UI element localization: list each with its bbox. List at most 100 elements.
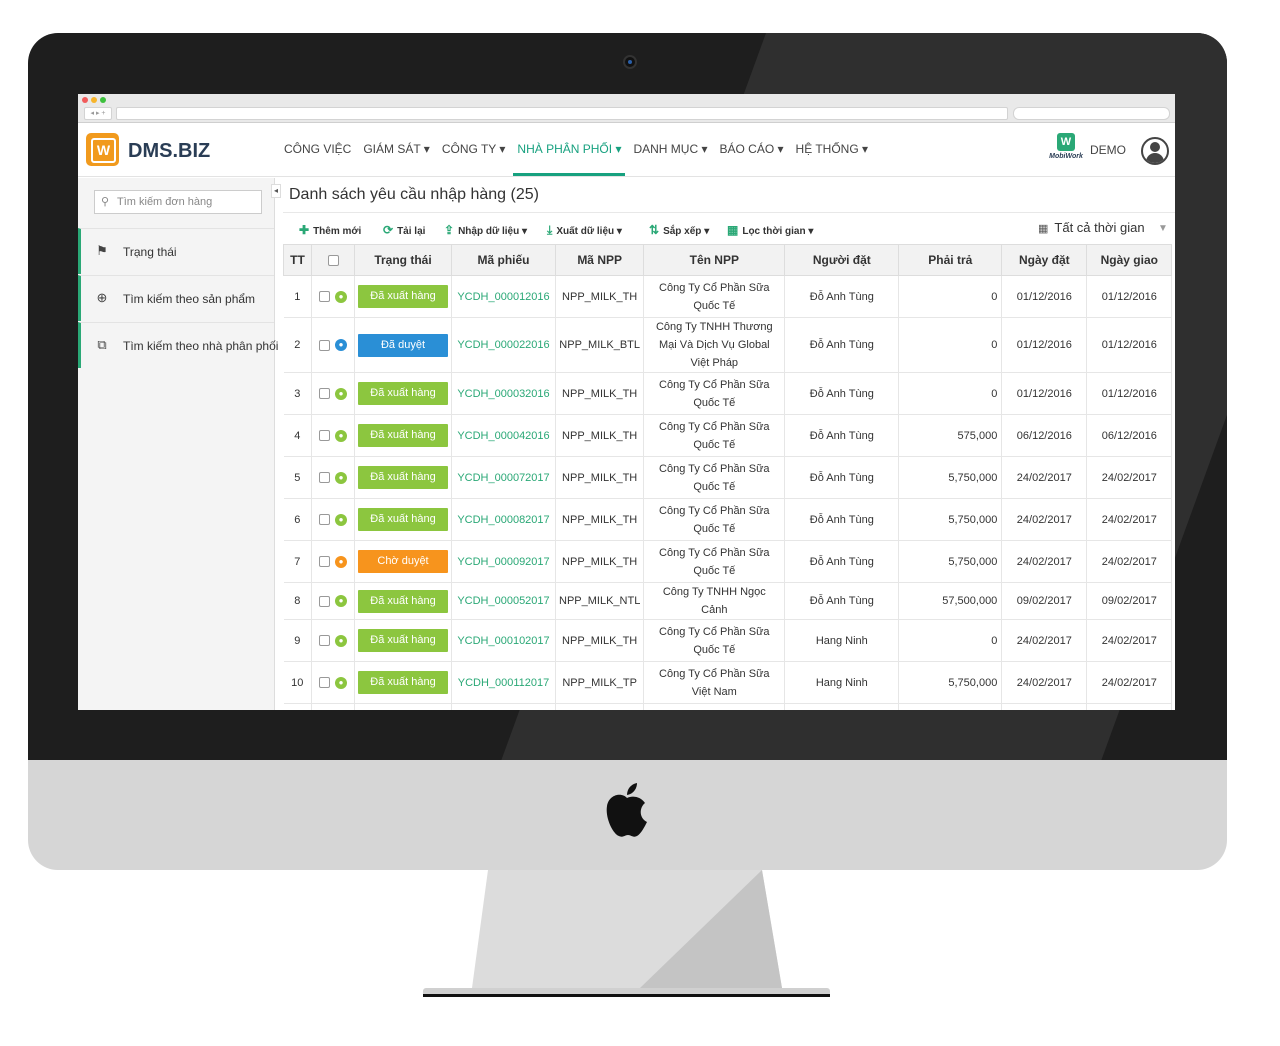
filter-time-label: Lọc thời gian ▾ [742,226,814,237]
order-code-link[interactable]: YCDH_000102017 [451,619,556,662]
order-code-link[interactable]: YCDH_000072017 [451,456,556,499]
sort-icon: ⇅ [649,223,660,237]
nav-item[interactable]: GIÁM SÁT ▾ [363,123,429,176]
table-row[interactable]: 7 ● Chờ duyệt YCDH_000092017 NPP_MILK_TH Công… [283,540,1173,583]
nav-item[interactable]: NHÀ PHÂN PHỐI ▾ [513,123,626,176]
status-badge[interactable]: Đã xuất hàng [358,629,448,652]
column-header[interactable] [311,244,355,276]
status-badge[interactable]: Đã xuất hàng [358,285,448,308]
sidebar-collapse-icon[interactable]: ◂ [271,184,281,198]
filter-time-button[interactable]: ▦ Lọc thời gian ▾ [727,223,813,237]
status-badge[interactable]: Đã duyệt [358,333,448,357]
export-button[interactable]: ⤓ Xuất dữ liệu ▾ [547,223,622,238]
row-checkbox[interactable] [319,472,330,484]
row-select: ● [311,540,355,583]
ordered-by: Đỗ Anh Tùng [784,582,900,620]
row-select: ● [311,619,355,662]
table-row[interactable]: 8 ● Đã xuất hàng YCDH_000052017 NPP_MILK_NTL… [283,582,1173,620]
status-badge[interactable]: Đã xuất hàng [358,382,448,405]
nav-item[interactable]: CÔNG TY ▾ [442,123,506,176]
status-badge[interactable]: Chờ duyệt [358,550,448,573]
row-checkbox[interactable] [319,388,330,400]
distributor-code: NPP_MILK_TH [555,275,645,318]
nav-item[interactable]: HỆ THỐNG ▾ [796,123,868,176]
row-checkbox[interactable] [319,514,330,526]
row-checkbox[interactable] [319,635,330,647]
sidebar-item-status[interactable]: ⚑ Trạng thái [78,228,274,274]
mobiwork-logo[interactable]: W MobiWork [1044,133,1088,169]
status-badge[interactable]: Đã xuất hàng [358,671,448,694]
order-code-link[interactable]: YCDH_000052017 [451,582,556,620]
add-button[interactable]: ✚ Thêm mới [299,223,361,237]
order-code-link[interactable]: YCDH_000042016 [451,414,556,457]
order-code-link[interactable]: YCDH_000092017 [451,540,556,583]
distributor-code: NPP_MILK_BTL [555,317,645,373]
nav-item[interactable]: BÁO CÁO ▾ [720,123,784,176]
table-row[interactable]: 11●Đã xuất hàngYCDH_000122017NPP_MILK_TP… [283,703,1173,710]
import-button[interactable]: ⇪ Nhập dữ liệu ▾ [444,223,527,237]
screen: ◂ ▸ + DMS.BIZ CÔNG VIỆCGIÁM SÁT ▾CÔNG TY… [78,94,1175,710]
row-checkbox[interactable] [319,291,330,303]
row-select: ● [311,498,355,541]
reload-button[interactable]: ⟳ Tải lại [383,223,425,237]
order-code-link[interactable]: YCDH_000022016 [451,317,556,373]
table-row[interactable]: 5 ● Đã xuất hàng YCDH_000072017 NPP_MILK_TH C… [283,456,1173,499]
table-body: 1 ● Đã xuất hàng YCDH_000012016 NPP_MILK_TH C… [283,275,1173,710]
delivery-date: 24/02/2017 [1086,540,1173,583]
nav-item[interactable]: DANH MỤC ▾ [633,123,707,176]
order-code-link[interactable]: YCDH_000032016 [451,372,556,415]
avatar[interactable] [1141,137,1169,165]
table-row[interactable]: 3 ● Đã xuất hàng YCDH_000032016 NPP_MILK_TH C… [283,372,1173,415]
sidebar-item-search-product[interactable]: ⊕ Tìm kiếm theo sản phẩm [78,275,274,321]
user-name[interactable]: DEMO [1090,143,1126,157]
amount-payable: 0 [898,275,1003,318]
chevron-down-icon[interactable]: ▼ [1158,223,1168,234]
status-badge[interactable]: Đã xuất hàng [358,508,448,531]
row-index: 8 [283,582,312,620]
amount-payable: 57,500,000 [898,582,1003,620]
table-row[interactable]: 9 ● Đã xuất hàng YCDH_000102017 NPP_MILK_TH C… [283,619,1173,662]
nav-item[interactable]: CÔNG VIỆC [284,123,351,176]
ordered-by: Đỗ Anh Tùng [784,456,900,499]
status-dot-icon: ● [335,339,347,352]
distributor-name: Công Ty Cổ Phần Sữa Quốc Tế [643,456,786,499]
zoom-icon: ⊕ [96,290,108,305]
sort-button[interactable]: ⇅ Sắp xếp ▾ [649,223,709,237]
close-window-icon[interactable] [82,97,88,103]
order-date: 01/12/2016 [1001,275,1088,318]
row-checkbox[interactable] [319,430,330,442]
order-code-link[interactable]: YCDH_000012016 [451,275,556,318]
sidebar-item-search-distributor[interactable]: ⧉ Tìm kiếm theo nhà phân phối [78,322,278,368]
row-checkbox[interactable] [319,677,330,689]
flag-icon: ⚑ [96,243,108,258]
order-code-link[interactable]: YCDH_000112017 [451,661,556,704]
select-all-checkbox[interactable] [327,255,339,267]
minimize-window-icon[interactable] [91,97,97,103]
status-badge[interactable]: Đã xuất hàng [358,424,448,447]
status-badge[interactable]: Đã xuất hàng [358,466,448,489]
status-cell: Đã xuất hàng [354,456,452,499]
row-checkbox[interactable] [319,556,330,568]
table-row[interactable]: 4 ● Đã xuất hàng YCDH_000042016 NPP_MILK_TH C… [283,414,1173,457]
dms-logo-icon[interactable] [86,133,119,166]
all-time-select[interactable]: ▦ Tất cả thời gian [1038,220,1145,235]
sidebar-item-label: Tìm kiếm theo nhà phân phối [123,339,279,353]
status-badge[interactable]: Đã xuất hàng [358,589,448,613]
order-code-link[interactable]: YCDH_000082017 [451,498,556,541]
order-code-link[interactable]: YCDH_000122017 [451,703,556,710]
url-bar[interactable] [116,107,1008,120]
order-search-input[interactable]: ⚲ Tìm kiếm đơn hàng [94,190,262,214]
maximize-window-icon[interactable] [100,97,106,103]
table-row[interactable]: 10 ● Đã xuất hàng YCDH_000112017 NPP_MILK_TP… [283,661,1173,704]
brand-name[interactable]: DMS.BIZ [128,140,210,163]
table-row[interactable]: 2 ● Đã duyệt YCDH_000022016 NPP_MILK_BTL Công… [283,317,1173,373]
back-forward-icon[interactable]: ◂ ▸ + [84,107,112,120]
row-checkbox[interactable] [319,595,330,607]
table-row[interactable]: 6 ● Đã xuất hàng YCDH_000082017 NPP_MILK_TH C… [283,498,1173,541]
browser-search-bar[interactable] [1013,107,1170,120]
delivery-date: 09/02/2017 [1086,582,1173,620]
column-header: Người đặt [784,244,900,276]
table-row[interactable]: 1 ● Đã xuất hàng YCDH_000012016 NPP_MILK_TH C… [283,275,1173,318]
order-date: 24/02/2017 [1001,540,1088,583]
row-checkbox[interactable] [319,339,330,351]
